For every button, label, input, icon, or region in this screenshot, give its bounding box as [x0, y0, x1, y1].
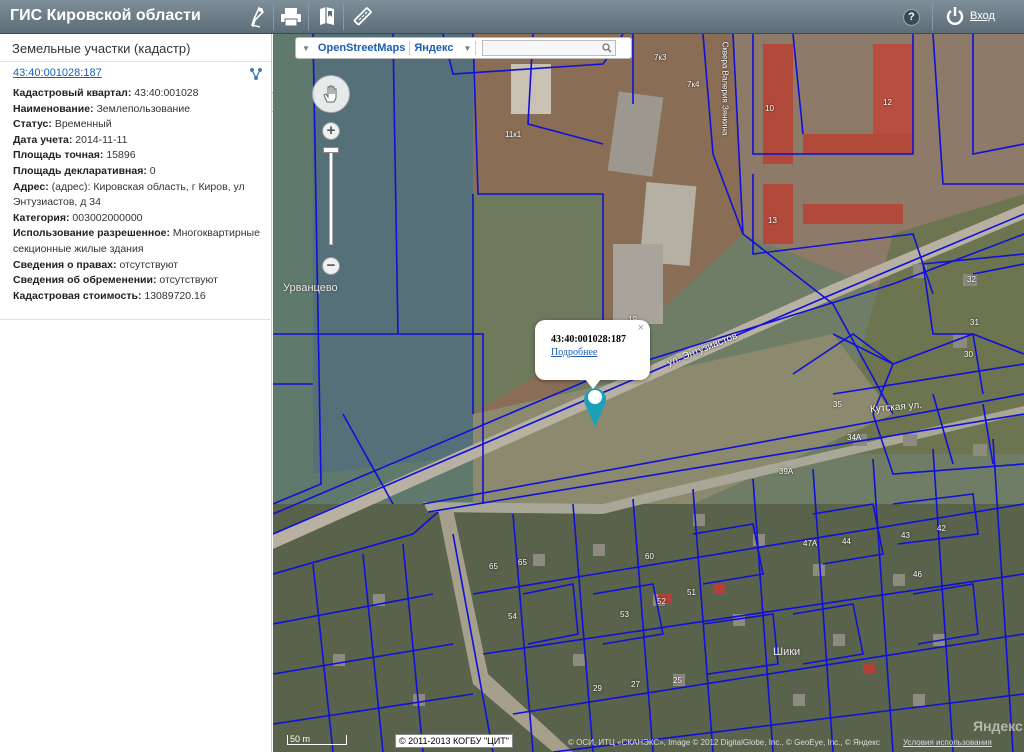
house-number: 35 [833, 400, 842, 409]
house-number: 39А [779, 467, 794, 476]
zoom-slider-handle[interactable] [323, 147, 339, 153]
house-number: 7к3 [654, 53, 667, 62]
popup-title: 43:40:001028:187 [551, 334, 626, 345]
parcel-properties: Кадастровый квартал: 43:40:001028 Наимен… [13, 86, 263, 304]
bookmark-map-icon[interactable] [313, 3, 341, 31]
zoom-slider[interactable] [329, 147, 333, 245]
prop-row: Категория: 003002000000 [13, 211, 143, 224]
prop-row: Сведения о правах: отсутствуют [13, 258, 179, 271]
login-button[interactable]: Вход [945, 6, 995, 26]
map-view[interactable]: ▼ OpenStreetMaps Яндекс ▼ + − Урванцево … [273, 34, 1024, 752]
measure-icon[interactable] [244, 3, 272, 31]
house-number: 11к1 [505, 130, 522, 139]
house-number: 60 [645, 552, 654, 561]
copyright: © 2011-2013 КОГБУ "ЦИТ" [395, 734, 513, 748]
house-number: 51 [687, 588, 696, 597]
house-number: 32 [967, 275, 976, 284]
terms-link[interactable]: Условия использования [903, 738, 992, 747]
zoom-in-button[interactable]: + [322, 122, 340, 140]
house-number: 12 [883, 98, 892, 107]
top-bar: ГИС Кировской области ? Вход [0, 0, 1024, 34]
house-number: 13 [768, 216, 777, 225]
house-number: 42 [937, 524, 946, 533]
prop-row: Дата учета: 2014-11-11 [13, 133, 128, 146]
house-number: 65 [489, 562, 498, 571]
help-button[interactable]: ? [903, 9, 920, 26]
prop-row: Площадь точная: 15896 [13, 149, 136, 162]
share-icon[interactable] [249, 67, 263, 86]
sidebar: Земельные участки (кадастр) 43:40:001028… [0, 34, 272, 752]
house-number: 52 [657, 597, 666, 606]
house-number: 44 [842, 537, 851, 546]
house-number: 46 [913, 570, 922, 579]
details-link[interactable]: Подробнее [551, 347, 650, 358]
parcel-popup: × 43:40:001028:187 Подробнее [535, 320, 650, 389]
house-number: 53 [620, 610, 629, 619]
dropdown-icon[interactable]: ▼ [302, 44, 310, 53]
prop-row: Наименование: Землепользование [13, 102, 191, 115]
prop-row: Сведения об обременении: отсутствуют [13, 274, 218, 287]
login-label: Вход [970, 10, 995, 22]
prop-row: Кадастровый квартал: 43:40:001028 [13, 87, 199, 99]
close-icon[interactable]: × [638, 322, 644, 334]
satellite-imagery [273, 34, 1024, 752]
house-number: 54 [508, 612, 517, 621]
ruler-icon[interactable] [348, 3, 376, 31]
layer-switcher: ▼ OpenStreetMaps Яндекс ▼ [295, 37, 632, 59]
house-number: 25 [673, 676, 682, 685]
app-title: ГИС Кировской области [10, 7, 201, 24]
house-number: 34А [847, 433, 862, 442]
house-number: 30 [964, 350, 973, 359]
place-label-urvantsevo: Урванцево [283, 282, 338, 294]
prop-row: Кадастровая стоимость: 13089720.16 [13, 289, 206, 302]
place-label-shiki: Шики [773, 646, 801, 658]
house-number: 47А [803, 539, 818, 548]
prop-row: Адрес: (адрес): Кировская область, г Кир… [13, 180, 245, 209]
layer-osm[interactable]: OpenStreetMaps [314, 42, 409, 54]
dropdown-icon[interactable]: ▼ [463, 44, 471, 53]
hand-icon [323, 85, 337, 103]
search-icon[interactable] [602, 43, 612, 53]
location-marker-icon[interactable] [582, 384, 608, 433]
layer-yandex[interactable]: Яндекс [410, 42, 457, 54]
house-number: 43 [901, 531, 910, 540]
cadastral-number-link[interactable]: 43:40:001028:187 [13, 67, 102, 79]
house-number: 10 [765, 104, 774, 113]
house-number: 31 [970, 318, 979, 327]
yandex-watermark: Яндекс [973, 718, 1023, 734]
prop-row: Использование разрешенное: Многоквартирн… [13, 227, 260, 255]
prop-row: Статус: Временный [13, 118, 112, 131]
prop-row: Площадь декларативная: 0 [13, 164, 156, 177]
house-number: 7к4 [687, 80, 700, 89]
map-attribution: © ОСИ, ИТЦ «СКАНЭКС», Image © 2012 Digit… [568, 738, 880, 747]
power-icon [946, 7, 964, 25]
street-label-zyabkina: Сквера Валерия Зянкина [720, 41, 730, 136]
sidebar-title: Земельные участки (кадастр) [0, 34, 271, 62]
zoom-out-button[interactable]: − [322, 257, 340, 275]
house-number: 29 [593, 684, 602, 693]
scale-bar: 50 m [287, 735, 347, 745]
search-input[interactable] [482, 40, 617, 56]
print-icon[interactable] [277, 3, 305, 31]
house-number: 65 [518, 558, 527, 567]
house-number: 27 [631, 680, 640, 689]
pan-control[interactable] [312, 75, 350, 113]
